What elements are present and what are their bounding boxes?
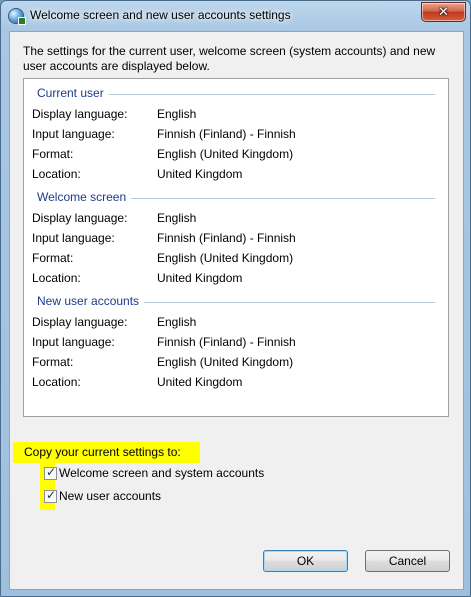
section-title: Current user (37, 86, 109, 100)
section-header: Current user (37, 86, 435, 102)
row-value: United Kingdom (157, 271, 243, 285)
section-header: Welcome screen (37, 190, 435, 206)
checkmark-icon: ✓ (46, 465, 57, 479)
row-value: English (157, 315, 197, 329)
row-value: United Kingdom (157, 167, 243, 181)
row-value: Finnish (Finland) - Finnish (157, 231, 296, 245)
dialog-window: Welcome screen and new user accounts set… (0, 0, 471, 597)
copy-settings-label: Copy your current settings to: (24, 445, 181, 459)
row-value: Finnish (Finland) - Finnish (157, 335, 296, 349)
title-bar[interactable]: Welcome screen and new user accounts set… (1, 1, 471, 31)
row-value: English (United Kingdom) (157, 251, 294, 265)
cancel-button[interactable]: Cancel (365, 550, 450, 572)
checkbox-label[interactable]: Welcome screen and system accounts (59, 466, 264, 480)
globe-icon (8, 8, 26, 25)
row-label: Format: (32, 251, 74, 265)
section-header: New user accounts (37, 294, 435, 310)
row-value: English (157, 211, 197, 225)
row-value: English (United Kingdom) (157, 147, 294, 161)
row-label: Display language: (32, 315, 128, 329)
new-user-accounts-checkbox[interactable]: ✓ (44, 488, 57, 503)
section-title: Welcome screen (37, 190, 132, 204)
row-label: Input language: (32, 335, 115, 349)
row-label: Location: (32, 271, 81, 285)
row-value: United Kingdom (157, 375, 243, 389)
window-title: Welcome screen and new user accounts set… (30, 8, 291, 22)
row-label: Format: (32, 147, 74, 161)
row-label: Location: (32, 167, 81, 181)
close-button[interactable]: ✕ (421, 2, 466, 22)
row-label: Location: (32, 375, 81, 389)
ok-button[interactable]: OK (263, 550, 348, 572)
welcome-screen-checkbox[interactable]: ✓ (44, 465, 57, 480)
checkmark-icon: ✓ (46, 488, 57, 502)
row-label: Format: (32, 355, 74, 369)
dialog-body: The settings for the current user, welco… (9, 31, 464, 590)
checkbox-label[interactable]: New user accounts (59, 489, 161, 503)
row-label: Input language: (32, 231, 115, 245)
row-label: Display language: (32, 211, 128, 225)
description-text: The settings for the current user, welco… (23, 44, 436, 73)
row-value: English (United Kingdom) (157, 355, 294, 369)
row-value: English (157, 107, 197, 121)
close-icon: ✕ (438, 4, 449, 19)
row-label: Input language: (32, 127, 115, 141)
row-value: Finnish (Finland) - Finnish (157, 127, 296, 141)
settings-panel: Current user Display language: English I… (23, 78, 449, 417)
section-title: New user accounts (37, 294, 145, 308)
row-label: Display language: (32, 107, 128, 121)
